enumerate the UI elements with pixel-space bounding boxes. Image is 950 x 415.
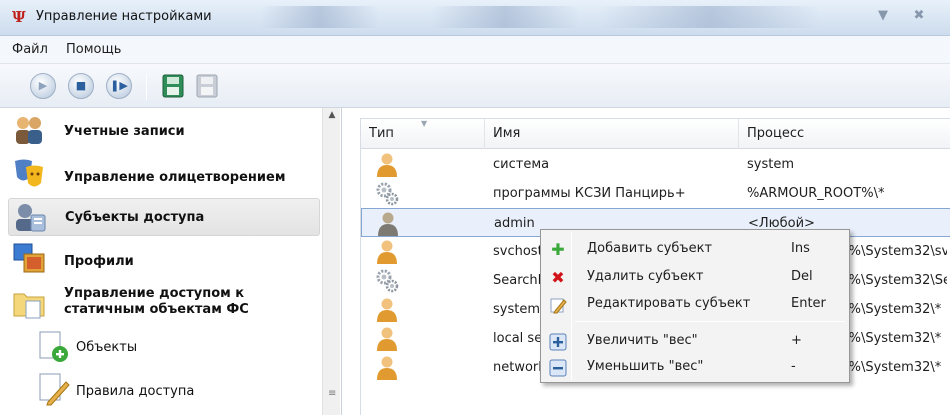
user-icon — [375, 326, 399, 351]
cell-process: system — [747, 157, 794, 172]
scroll-grip-icon[interactable]: ≡ — [328, 388, 336, 399]
nav-item-label: Объекты — [76, 340, 138, 355]
toolbar: ▶ ■ ❚▶ — [0, 64, 950, 108]
menu-file[interactable]: Файл — [12, 42, 48, 57]
subjects-icon — [16, 204, 46, 232]
nav-item-label: Управление олицетворением — [64, 170, 286, 185]
title-bar: Ψ Управление настройками ▼ ✖ — [0, 0, 950, 36]
menu-item-shortcut: - — [791, 359, 796, 374]
minimize-icon[interactable]: ▼ — [868, 4, 898, 28]
column-header-process[interactable]: Процесс — [739, 119, 950, 149]
nav-item-label: Правила доступа — [76, 384, 195, 399]
increase-icon — [549, 333, 567, 351]
blurred-background-region — [600, 6, 820, 28]
edit-document-icon — [39, 373, 70, 406]
nav-scrollbar[interactable]: ▲ ≡ — [322, 108, 340, 415]
nav-item-profiles[interactable]: Профили — [8, 242, 320, 278]
sort-indicator-icon: ▼ — [421, 119, 428, 128]
user-icon — [375, 239, 399, 264]
nav-item-label: Профили — [64, 254, 134, 269]
table-row[interactable]: система system — [361, 150, 950, 179]
table-row[interactable]: программы КСЗИ Панцирь+ %ARMOUR_ROOT%\* — [361, 179, 950, 208]
add-plus-icon: ✚ — [551, 240, 565, 259]
masks-icon — [15, 159, 43, 187]
user-gray-icon — [376, 211, 400, 236]
menu-item-increase-weight[interactable]: Увеличить "вес" + — [543, 328, 847, 355]
table-header: Тип ▼ Имя Процесс — [361, 119, 950, 149]
nav-item-label-line1: Управление доступом к — [64, 286, 245, 301]
menu-item-shortcut: Ins — [791, 241, 810, 256]
context-menu: ✚ Добавить субъект Ins ✖ Удалить субъект… — [540, 229, 850, 383]
nav-item-label-line2: статичным объектам ФС — [64, 302, 249, 317]
user-icon — [375, 297, 399, 322]
users-icon — [16, 117, 42, 144]
user-icon — [375, 152, 399, 177]
nav-item-label: Учетные записи — [64, 124, 185, 139]
menu-item-label: Редактировать субъект — [587, 296, 751, 311]
window-title: Управление настройками — [36, 9, 212, 24]
nav-subitem-access-rules[interactable]: Правила доступа — [32, 370, 320, 410]
blurred-background-region — [430, 6, 580, 28]
blurred-background-region — [260, 6, 380, 28]
cell-name: программы КСЗИ Панцирь+ — [493, 186, 686, 201]
gears-icon — [375, 181, 399, 206]
play-icon: ▶ — [38, 79, 48, 92]
menu-item-edit-subject[interactable]: Редактировать субъект Enter — [543, 291, 847, 318]
scroll-up-icon[interactable]: ▲ — [323, 110, 341, 120]
pause-icon: ❚▶ — [110, 79, 128, 92]
cell-process: %ARMOUR_ROOT%\* — [747, 186, 885, 201]
stop-button[interactable]: ■ — [68, 73, 94, 99]
save-gray-icon[interactable] — [196, 74, 218, 98]
nav-item-access-subjects[interactable]: Субъекты доступа — [8, 198, 320, 236]
menu-item-shortcut: + — [791, 333, 802, 348]
nav-item-impersonation[interactable]: Управление олицетворением — [8, 156, 320, 192]
gears-icon — [375, 268, 399, 293]
save-green-icon[interactable] — [162, 74, 184, 98]
column-header-name[interactable]: Имя — [485, 119, 739, 149]
nav-item-accounts[interactable]: Учетные записи — [8, 114, 320, 148]
menu-item-decrease-weight[interactable]: Уменьшить "вес" - — [543, 354, 847, 381]
edit-pencil-icon — [550, 298, 567, 314]
cell-name: система — [493, 157, 550, 172]
menu-help[interactable]: Помощь — [66, 42, 121, 57]
menu-item-delete-subject[interactable]: ✖ Удалить субъект Del — [543, 264, 847, 291]
menu-item-label: Добавить субъект — [587, 241, 713, 256]
nav-item-static-objects[interactable]: Управление доступом к статичным объектам… — [8, 284, 320, 324]
menu-item-add-subject[interactable]: ✚ Добавить субъект Ins — [543, 236, 847, 263]
profiles-icon — [13, 243, 45, 273]
pause-button[interactable]: ❚▶ — [106, 73, 132, 99]
decrease-icon — [549, 359, 567, 377]
app-logo-icon: Ψ — [12, 8, 26, 26]
play-button[interactable]: ▶ — [30, 73, 56, 99]
delete-x-icon: ✖ — [551, 268, 565, 287]
toolbar-separator — [146, 74, 147, 100]
stop-icon: ■ — [75, 79, 87, 92]
menu-item-label: Удалить субъект — [587, 269, 704, 284]
folder-icon — [13, 293, 45, 319]
menu-item-label: Уменьшить "вес" — [587, 359, 704, 374]
menu-bar: Файл Помощь — [0, 36, 950, 64]
menu-item-shortcut: Enter — [791, 296, 826, 311]
context-menu-separator — [575, 321, 845, 322]
menu-item-label: Увеличить "вес" — [587, 333, 698, 348]
menu-item-shortcut: Del — [791, 269, 813, 284]
nav-subitem-objects[interactable]: Объекты — [32, 328, 320, 368]
close-icon[interactable]: ✖ — [904, 4, 934, 28]
navigation-pane: Учетные записи Управление олицетворением… — [0, 108, 342, 415]
nav-item-label: Субъекты доступа — [65, 210, 205, 225]
user-icon — [375, 355, 399, 380]
add-document-icon — [39, 331, 68, 362]
nav-item-label: Управление доступом к статичным объектам… — [64, 286, 249, 318]
